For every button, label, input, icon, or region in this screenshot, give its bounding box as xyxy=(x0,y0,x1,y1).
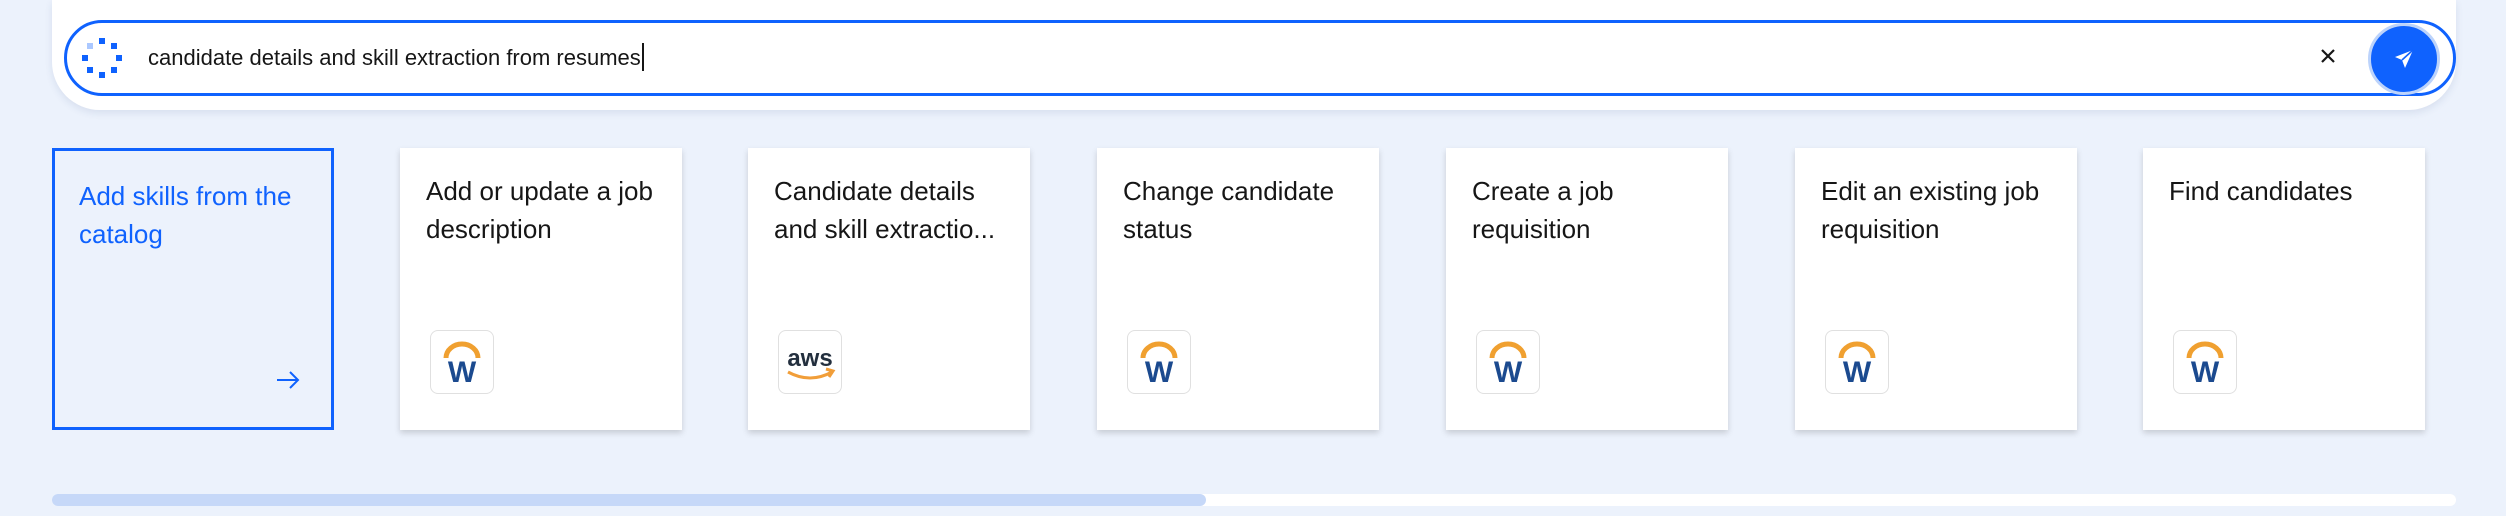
card-title: Create a job requisition xyxy=(1472,176,1614,244)
card-edit-job-requisition[interactable]: Edit an existing job requisition W xyxy=(1795,148,2077,430)
card-title: Edit an existing job requisition xyxy=(1821,176,2040,244)
ai-spinner-icon xyxy=(82,38,122,78)
workday-logo-text: W xyxy=(2191,356,2220,386)
card-title: Find candidates xyxy=(2169,176,2353,206)
card-title: Add or update a job description xyxy=(426,176,653,244)
workday-logo: W xyxy=(2173,330,2237,394)
clear-search-button[interactable] xyxy=(2310,38,2346,74)
card-create-job-requisition[interactable]: Create a job requisition W xyxy=(1446,148,1728,430)
aws-logo-text: aws xyxy=(787,345,832,372)
horizontal-scrollbar[interactable] xyxy=(52,494,2456,506)
card-add-skills[interactable]: Add skills from the catalog xyxy=(52,148,334,430)
card-title: Candidate details and skill extractio... xyxy=(774,176,996,244)
workday-logo: W xyxy=(430,330,494,394)
workday-logo-text: W xyxy=(448,356,477,386)
card-title: Change candidate status xyxy=(1123,176,1335,244)
workday-logo-text: W xyxy=(1494,356,1523,386)
workday-logo: W xyxy=(1825,330,1889,394)
card-title: Add skills from the catalog xyxy=(79,181,292,249)
card-find-candidates[interactable]: Find candidates W xyxy=(2143,148,2425,430)
card-change-candidate-status[interactable]: Change candidate status W xyxy=(1097,148,1379,430)
aws-logo: aws xyxy=(778,330,842,394)
card-add-update-job-description[interactable]: Add or update a job description W xyxy=(400,148,682,430)
text-caret xyxy=(641,43,644,71)
close-icon xyxy=(2321,49,2335,63)
arrow-right-icon xyxy=(277,371,300,389)
workday-logo-text: W xyxy=(1145,356,1174,386)
send-icon xyxy=(2395,49,2414,68)
workday-logo: W xyxy=(1127,330,1191,394)
scrollbar-thumb[interactable] xyxy=(52,494,1206,506)
workday-logo-text: W xyxy=(1843,356,1872,386)
send-button[interactable] xyxy=(2368,23,2440,95)
search-input-value: candidate details and skill extraction f… xyxy=(148,45,641,70)
search-input[interactable]: candidate details and skill extraction f… xyxy=(148,43,644,71)
workday-logo: W xyxy=(1476,330,1540,394)
card-candidate-details[interactable]: Candidate details and skill extractio...… xyxy=(748,148,1030,430)
